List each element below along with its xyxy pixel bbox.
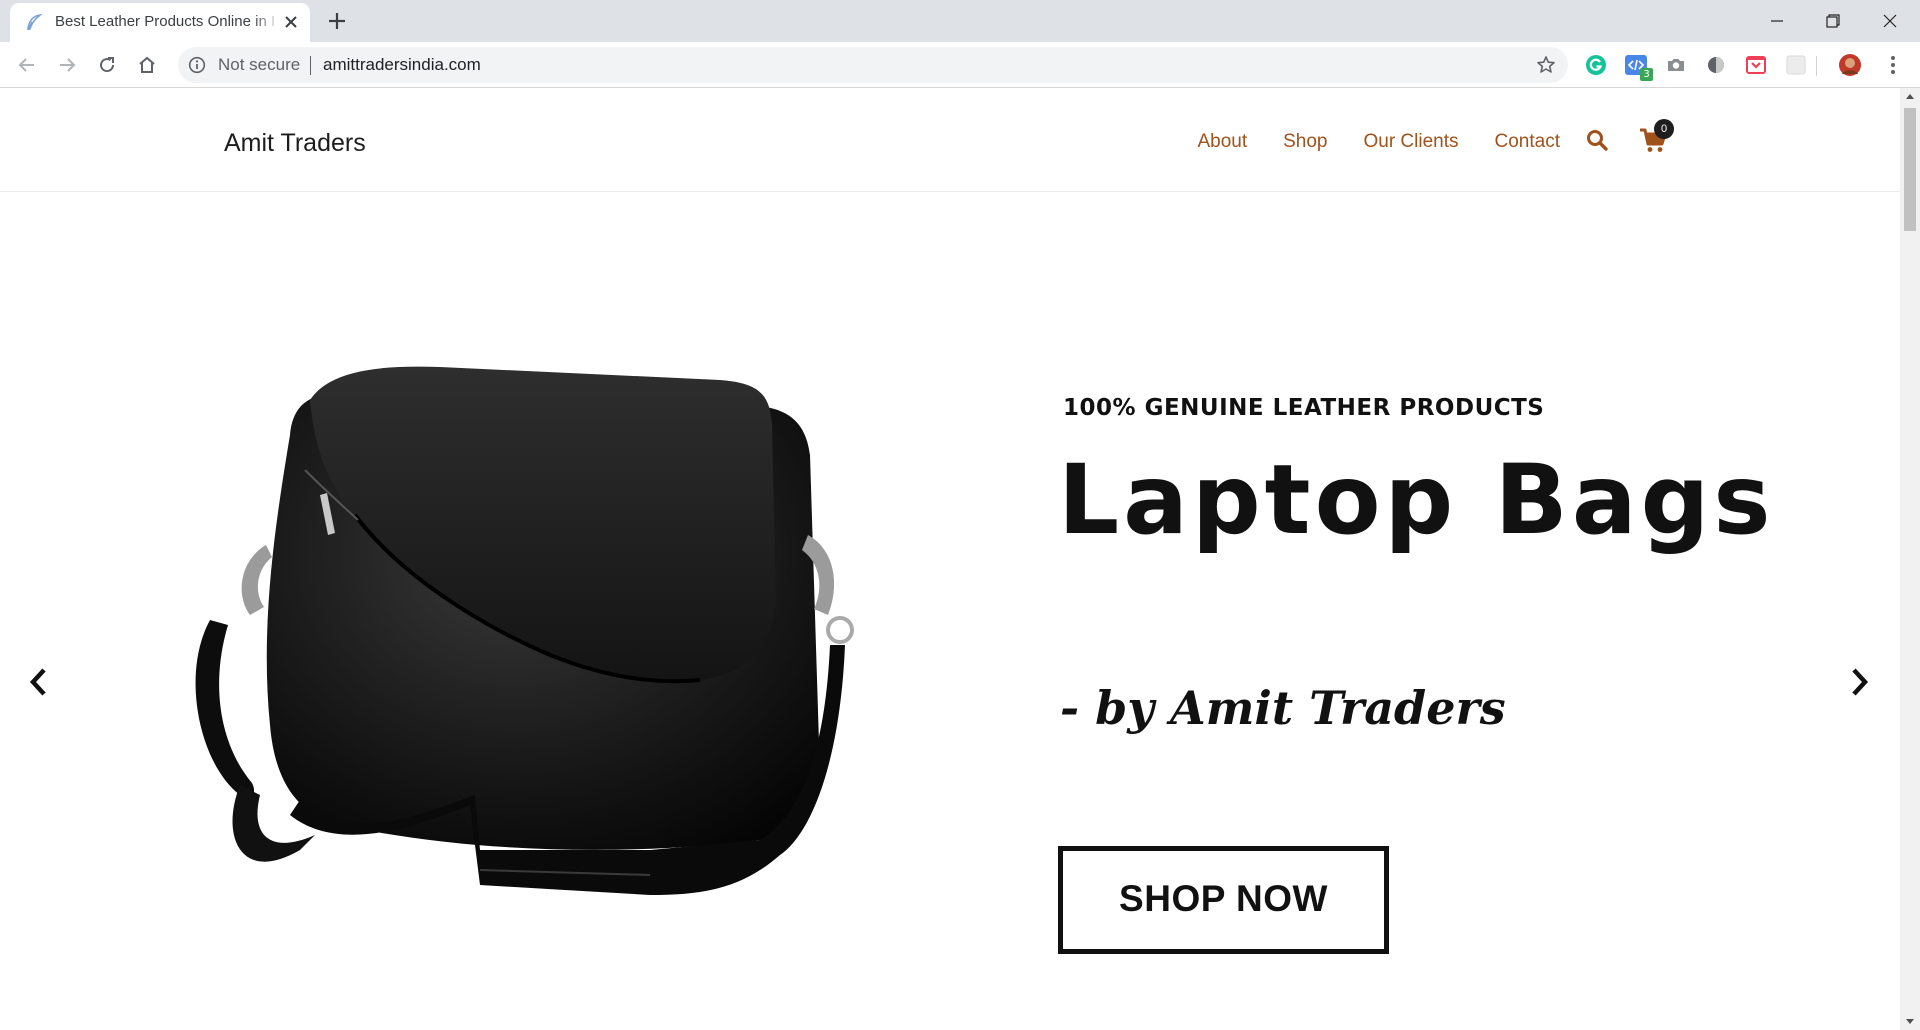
circle-extension-icon[interactable] <box>1704 53 1728 77</box>
bookmark-star-icon[interactable] <box>1536 55 1556 75</box>
site-brand[interactable]: Amit Traders <box>224 128 366 158</box>
scroll-up-icon[interactable] <box>1900 88 1920 105</box>
restore-icon[interactable] <box>1816 6 1850 36</box>
back-icon[interactable] <box>15 53 39 77</box>
leather-bag-image <box>195 366 854 895</box>
scroll-thumb[interactable] <box>1904 108 1916 231</box>
info-icon[interactable] <box>188 56 206 74</box>
minimize-icon[interactable] <box>1760 6 1794 36</box>
menu-item-about[interactable]: About <box>1197 130 1247 154</box>
address-separator <box>310 56 311 75</box>
profile-avatar[interactable] <box>1838 53 1862 77</box>
url-text[interactable]: amittradersindia.com <box>323 55 481 75</box>
pocket-icon[interactable] <box>1744 53 1768 77</box>
camera-icon[interactable] <box>1664 53 1688 77</box>
browser-tab-strip: Best Leather Products Online in I <box>0 0 1920 42</box>
grammarly-icon[interactable] <box>1584 53 1608 77</box>
browser-toolbar: Not secure amittradersindia.com 3 <box>0 42 1920 88</box>
slider-next-icon[interactable] <box>1846 665 1872 699</box>
code-extension-icon[interactable]: 3 <box>1624 53 1653 81</box>
search-icon[interactable] <box>1585 128 1609 152</box>
browser-tab[interactable]: Best Leather Products Online in I <box>10 3 310 42</box>
scroll-down-icon[interactable] <box>1900 1013 1920 1030</box>
close-tab-icon[interactable] <box>282 13 300 31</box>
address-bar[interactable]: Not secure amittradersindia.com <box>178 47 1568 83</box>
hero-headline: Laptop Bags <box>1058 444 1775 556</box>
blank-extension-icon[interactable] <box>1784 53 1808 77</box>
security-status[interactable]: Not secure <box>218 55 300 75</box>
toolbar-divider <box>1816 56 1817 76</box>
main-menu: About Shop Our Clients Contact <box>1197 130 1560 154</box>
hero-eyebrow: 100% GENUINE LEATHER PRODUCTS <box>1063 395 1545 421</box>
menu-item-our-clients[interactable]: Our Clients <box>1363 130 1458 154</box>
page-scrollbar[interactable] <box>1900 88 1920 1030</box>
menu-item-contact[interactable]: Contact <box>1495 130 1560 154</box>
new-tab-icon[interactable] <box>325 9 349 33</box>
browser-menu-icon[interactable] <box>1881 53 1905 77</box>
shop-now-button[interactable]: SHOP NOW <box>1058 846 1389 954</box>
hero-byline: - by Amit Traders <box>1060 681 1506 735</box>
slider-prev-icon[interactable] <box>26 665 52 699</box>
menu-item-shop[interactable]: Shop <box>1283 130 1327 154</box>
feather-favicon-icon <box>27 13 43 31</box>
tab-title: Best Leather Products Online in I <box>55 13 276 30</box>
cart-count-badge: 0 <box>1654 119 1674 139</box>
extension-badge: 3 <box>1640 68 1653 81</box>
reload-icon[interactable] <box>95 53 119 77</box>
home-icon[interactable] <box>135 53 159 77</box>
site-header: Amit Traders About Shop Our Clients Cont… <box>0 88 1900 192</box>
close-window-icon[interactable] <box>1873 6 1907 36</box>
forward-icon[interactable] <box>55 53 79 77</box>
